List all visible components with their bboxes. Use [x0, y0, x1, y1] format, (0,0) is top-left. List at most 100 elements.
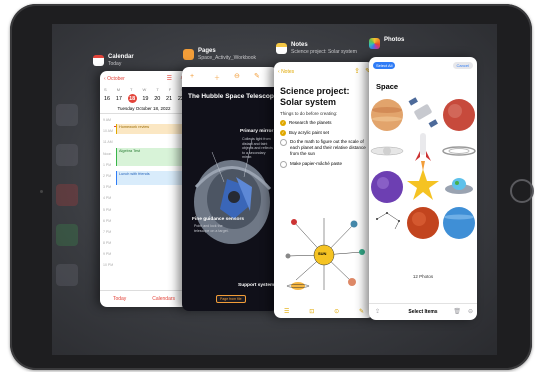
unchecked-circle-icon[interactable]	[280, 160, 287, 168]
tab-calendars[interactable]: Calendars	[152, 296, 175, 302]
home-app-icon	[56, 264, 78, 286]
time-label: 4 PM	[103, 196, 112, 201]
calendar-app-name: Calendar	[108, 54, 134, 60]
event-lunch[interactable]: Lunch with friends	[116, 171, 186, 185]
day-selected[interactable]: 18	[127, 94, 137, 103]
photos-app-icon	[369, 38, 380, 49]
time-label: 9 PM	[103, 252, 112, 257]
time-label: 2 PM	[103, 173, 112, 178]
fine-guidance-title: Fine guidance sensors	[192, 217, 244, 222]
checklist-item[interactable]: ✓ Research the planets	[280, 120, 370, 126]
checklist-text: Buy acrylic paint set	[289, 129, 330, 135]
checked-circle-icon[interactable]: ✓	[280, 120, 286, 126]
calendar-back[interactable]: ‹ October	[104, 76, 125, 82]
photo-thumbnail	[445, 178, 473, 194]
solar-system-sketch	[285, 218, 365, 290]
time-column: 9 AM 10 AM 11 AM Noon 1 PM 2 PM 3 PM 4 P…	[103, 118, 113, 267]
fine-guidance-text: Point and lock the telescope on a target…	[194, 224, 229, 233]
weekday: S	[104, 87, 107, 92]
day[interactable]: 17	[116, 96, 122, 102]
notes-card[interactable]: ‹ Notes ⇪ ✎ Science project: Solar syste…	[274, 62, 374, 318]
checklist-item[interactable]: ✓ Buy acrylic paint set	[280, 129, 370, 136]
notes-subtitle: Science project: Solar system	[291, 49, 357, 55]
trash-icon[interactable]: 🗑	[453, 308, 461, 315]
home-app-icon	[56, 184, 78, 206]
time-label: 3 PM	[103, 185, 112, 190]
brush-icon[interactable]: ✎	[254, 72, 260, 80]
photo-thumbnail	[443, 207, 475, 239]
notes-app-name: Notes	[291, 42, 308, 48]
cancel-button[interactable]: Cancel	[452, 62, 473, 69]
support-systems-title: Support systems	[238, 283, 277, 288]
weekday: W	[142, 87, 147, 92]
time-label: 7 PM	[103, 229, 112, 234]
pages-app-name: Pages	[198, 48, 216, 54]
divider	[100, 113, 188, 114]
home-app-icon	[56, 224, 78, 246]
format-icon[interactable]: ⊖	[234, 72, 240, 80]
page-from-file-button[interactable]: Page from file	[216, 295, 246, 303]
checked-circle-icon[interactable]: ✓	[280, 129, 286, 136]
pages-card[interactable]: + ＋ ⊖ ✎ The Hubble Space Telescope Prima…	[182, 67, 278, 311]
unchecked-circle-icon[interactable]	[280, 139, 287, 146]
home-button[interactable]	[510, 179, 534, 203]
photo-count: 12 Photos	[412, 274, 434, 279]
pages-subtitle: Space_Activity_Workbook	[198, 55, 256, 61]
checklist-icon[interactable]: ☰	[284, 308, 289, 315]
calendar-subtitle: Today	[108, 61, 122, 67]
tab-today[interactable]: Today	[113, 296, 126, 302]
time-label: 8 PM	[103, 241, 112, 246]
checklist-item[interactable]: Make papier-mâché paste	[280, 160, 370, 168]
calendar-app-icon	[93, 55, 104, 66]
time-label: 10 AM	[103, 129, 113, 134]
weekday: T	[130, 87, 133, 92]
calendar-card[interactable]: ‹ October ⌕ ☰ S M T W T F S 16 17 18 19 …	[100, 71, 188, 307]
front-camera	[40, 190, 43, 193]
checklist-text: Research the planets	[289, 120, 332, 125]
notes-toolbar: ☰ ⊡ ⊙ ✎	[274, 304, 374, 318]
date-line: Tuesday October 18, 2022	[117, 106, 171, 111]
day[interactable]: 20	[154, 96, 160, 102]
pages-app-icon	[183, 49, 194, 60]
photo-thumbnail	[371, 99, 403, 131]
more-icon[interactable]: ⊖	[468, 308, 473, 315]
note-intro: Things to do before creating:	[280, 111, 338, 116]
day[interactable]: 21	[166, 96, 172, 102]
pages-caption[interactable]: Pages Space_Activity_Workbook	[183, 48, 256, 68]
photo-thumbnail	[408, 97, 438, 128]
album-title: Space	[376, 82, 399, 91]
checklist-text: Make papier-mâché paste	[290, 160, 343, 166]
primary-mirror-title: Primary mirror	[240, 129, 274, 134]
sun-label: SUN	[318, 251, 327, 256]
plus-icon[interactable]: +	[190, 73, 194, 80]
notes-back-label: Notes	[281, 69, 295, 75]
markup-icon[interactable]: ⊙	[334, 308, 339, 315]
select-all-button[interactable]: Select All	[373, 62, 396, 69]
home-app-icon	[56, 144, 78, 166]
weekday: F	[168, 87, 172, 92]
photo-grid	[370, 97, 476, 239]
photo-thumbnail	[376, 212, 400, 230]
notes-caption[interactable]: Notes Science project: Solar system	[276, 42, 357, 62]
event-homework[interactable]: Homework review	[116, 124, 186, 134]
weekday: T	[156, 87, 159, 92]
day[interactable]: 16	[104, 96, 110, 102]
new-note-icon[interactable]: ✎	[359, 308, 364, 315]
plus-icon[interactable]: ＋	[214, 73, 220, 82]
checklist-item[interactable]: Do the math to figure out the scale of e…	[280, 139, 370, 157]
notes-app-icon	[276, 43, 287, 54]
calendar-tabbar: Today Calendars	[100, 290, 188, 307]
photos-toolbar: ⇪ Select Items 🗑 ⊖	[369, 303, 477, 320]
list-icon[interactable]: ☰	[167, 75, 172, 82]
event-algebra[interactable]: Algebra Test	[116, 148, 186, 166]
photos-app-name: Photos	[384, 37, 405, 43]
camera-icon[interactable]: ⊡	[309, 308, 314, 315]
photo-thumbnail	[407, 169, 439, 200]
day[interactable]: 19	[142, 96, 148, 102]
share-icon[interactable]: ⇪	[354, 67, 360, 75]
photos-card[interactable]: Select All Cancel Space 12 Photos ⇪ Sele…	[369, 57, 477, 320]
time-label: 10 PM	[103, 263, 114, 268]
photos-caption[interactable]: Photos	[369, 37, 404, 57]
home-app-icon	[56, 104, 78, 126]
notes-back[interactable]: ‹ Notes	[278, 69, 294, 75]
